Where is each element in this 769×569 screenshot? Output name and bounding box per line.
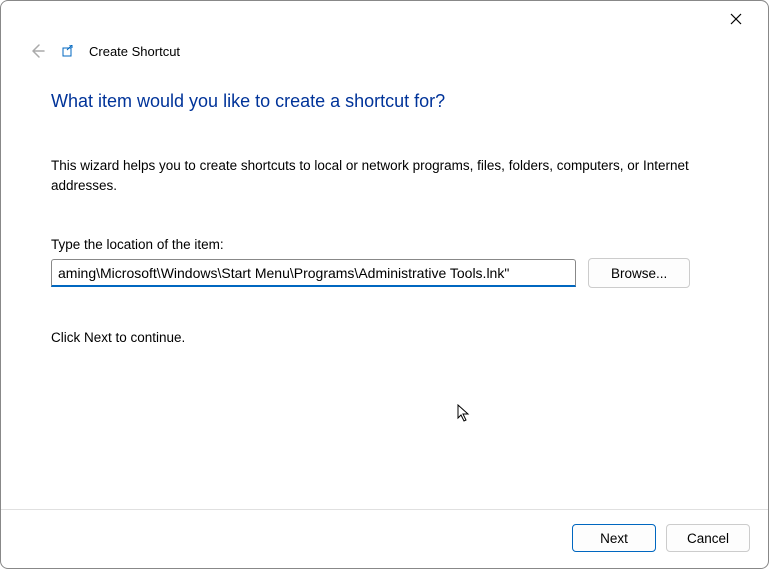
shortcut-icon [61,44,75,58]
location-label: Type the location of the item: [51,237,718,252]
wizard-description: This wizard helps you to create shortcut… [51,156,691,195]
cancel-button[interactable]: Cancel [666,524,750,552]
input-row: Browse... [51,258,718,288]
continue-text: Click Next to continue. [51,330,718,345]
back-arrow-icon [29,43,45,59]
next-button[interactable]: Next [572,524,656,552]
close-button[interactable] [716,5,756,33]
close-icon [730,13,742,25]
header-row: Create Shortcut [1,37,768,69]
footer: Next Cancel [1,509,768,568]
main-heading: What item would you like to create a sho… [51,91,718,112]
location-input[interactable] [51,259,576,287]
titlebar [1,1,768,37]
wizard-dialog: Create Shortcut What item would you like… [0,0,769,569]
back-button[interactable] [25,43,49,59]
browse-button[interactable]: Browse... [588,258,690,288]
content-area: What item would you like to create a sho… [1,69,768,509]
dialog-title: Create Shortcut [89,44,180,59]
